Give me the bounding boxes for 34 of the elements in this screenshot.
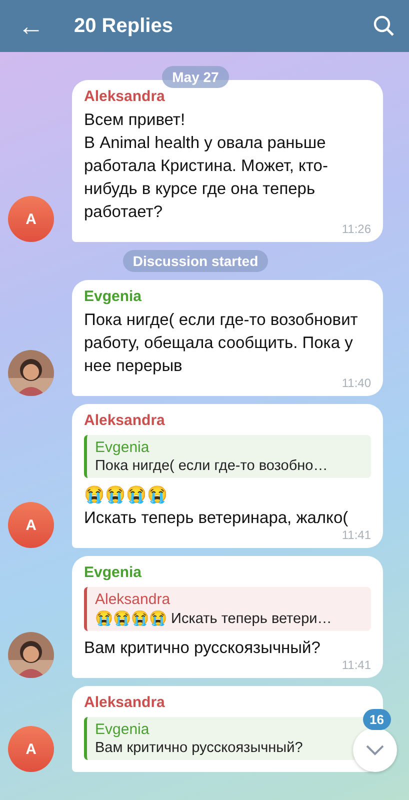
back-button[interactable]: ← — [18, 13, 44, 39]
author-name: Evgenia — [84, 564, 143, 581]
window-title: 20 Replies — [74, 14, 174, 38]
unread-count: 16 — [362, 709, 391, 730]
reply-quote[interactable]: Evgenia Пока нигде( если где-то возобно… — [84, 435, 371, 478]
quote-author: Aleksandra — [95, 591, 172, 608]
author-name: Evgenia — [84, 288, 143, 305]
quote-text: Пока нигде( если где-то возобно… — [95, 458, 329, 474]
service-label: Discussion started — [122, 250, 268, 272]
message-text: 😭😭😭😭 — [84, 484, 168, 506]
avatar[interactable]: A — [8, 726, 54, 772]
author-name: Aleksandra — [84, 412, 166, 429]
search-icon[interactable] — [373, 15, 395, 37]
message-time: 11:41 — [342, 528, 371, 542]
author-name: Aleksandra — [84, 694, 166, 711]
chevron-down-icon — [365, 744, 385, 756]
message-text: Вам критично русскоязычный? — [84, 638, 320, 659]
message-time: 11:40 — [342, 376, 371, 390]
avatar[interactable]: A — [8, 196, 54, 242]
quote-author: Evgenia — [95, 721, 150, 738]
message-text: Пока нигде( если где-то возобновит работу, обещала сообщить. Пока у нее перерыв — [84, 310, 359, 377]
avatar[interactable]: A — [8, 502, 54, 548]
quote-text: Вам критично русскоязычный? — [95, 740, 304, 756]
message-time: 11:41 — [342, 658, 371, 672]
date-label: May 27 — [162, 66, 229, 88]
reply-quote[interactable]: Evgenia Вам критично русскоязычный? — [84, 717, 371, 760]
message-text: Всем привет! — [84, 110, 186, 131]
reply-quote[interactable]: Aleksandra 😭😭😭😭 Искать теперь ветери… — [84, 587, 371, 631]
author-name: Aleksandra — [84, 88, 166, 105]
message-time: 11:26 — [342, 222, 371, 236]
message-text: Искать теперь ветеринара, жалко( — [84, 508, 348, 529]
quote-author: Evgenia — [95, 439, 150, 456]
quote-text: 😭😭😭😭 Искать теперь ветери… — [95, 610, 333, 627]
message-text: В Animal health у овала раньше работала Кристина. Может, кто-нибудь в курсе где она теперь работает? — [84, 133, 329, 223]
